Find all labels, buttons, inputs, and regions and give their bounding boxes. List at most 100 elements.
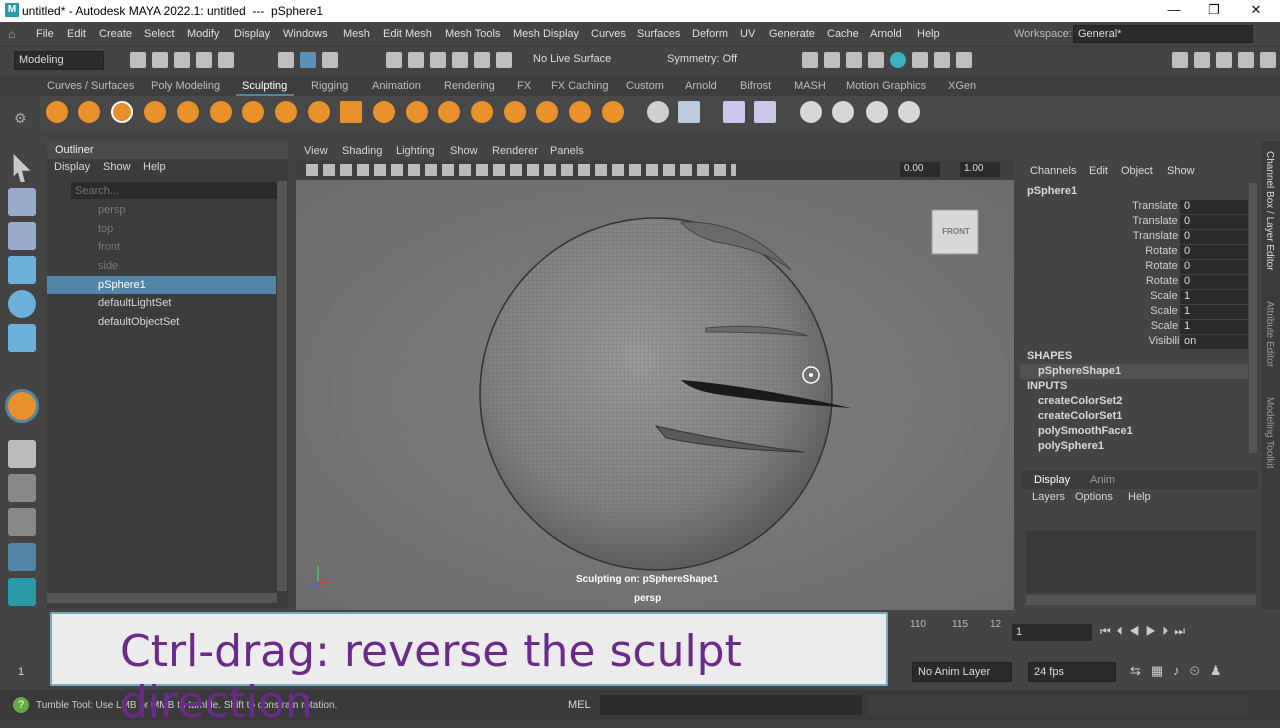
blendshape-icon[interactable]	[723, 101, 745, 123]
playback-controls[interactable]: ⏮⏴◀▶⏵⏭	[1100, 624, 1270, 640]
lasso-tool-icon[interactable]	[8, 188, 36, 216]
sculpt-tool-icon[interactable]	[46, 101, 68, 123]
channel-menu-object[interactable]: Object	[1121, 165, 1153, 177]
arnold-pause-icon[interactable]	[956, 52, 972, 68]
menu-file[interactable]: File	[36, 28, 54, 40]
side-tab-channel-box[interactable]: Channel Box / Layer Editor	[1264, 151, 1275, 271]
attr-value[interactable]: 0	[1180, 245, 1248, 259]
render-view-icon[interactable]	[868, 52, 884, 68]
outliner-item-top[interactable]: top	[47, 220, 276, 238]
viewport-menu-lighting[interactable]: Lighting	[396, 145, 435, 157]
menu-curves[interactable]: Curves	[591, 28, 626, 40]
attr-rotate-x[interactable]: Rotate X0	[1020, 245, 1248, 260]
menu-arnold[interactable]: Arnold	[870, 28, 902, 40]
home-icon[interactable]: ⌂	[8, 27, 20, 41]
four-view-icon[interactable]	[8, 474, 36, 502]
shelf-tab-motion-graphics[interactable]: Motion Graphics	[846, 80, 926, 92]
menu-help[interactable]: Help	[917, 28, 940, 40]
shelf-tab-arnold[interactable]: Arnold	[685, 80, 717, 92]
menu-modify[interactable]: Modify	[187, 28, 219, 40]
layer-menu-layers[interactable]: Layers	[1032, 491, 1065, 503]
outliner-item-defaultobjectset[interactable]: defaultObjectSet	[47, 313, 276, 331]
layer-list[interactable]	[1026, 531, 1256, 593]
menu-display[interactable]: Display	[234, 28, 270, 40]
shelf-tab-rigging[interactable]: Rigging	[311, 80, 348, 92]
attr-value[interactable]: 1	[1180, 305, 1248, 319]
layer-hscrollbar[interactable]	[1026, 595, 1256, 605]
sculpt-active-tool-icon[interactable]	[8, 392, 36, 420]
shelf-tab-rendering[interactable]: Rendering	[444, 80, 495, 92]
outliner-menu-help[interactable]: Help	[143, 161, 166, 173]
maximize-button[interactable]: ❐	[1194, 2, 1234, 20]
layer-menu-help[interactable]: Help	[1128, 491, 1151, 503]
menu-uv[interactable]: UV	[740, 28, 755, 40]
select-hierarchy-icon[interactable]	[278, 52, 294, 68]
close-button[interactable]: ✕	[1236, 2, 1276, 20]
smooth-tool-icon[interactable]	[78, 101, 100, 123]
attr-rotate-z[interactable]: Rotate Z0	[1020, 275, 1248, 290]
shelf-gear-icon[interactable]: ⚙	[14, 110, 30, 126]
open-scene-icon[interactable]	[152, 52, 168, 68]
attr-translate-z[interactable]: Translate Z0	[1020, 230, 1248, 245]
fill-tool-icon[interactable]	[438, 101, 460, 123]
attr-scale-y[interactable]: Scale Y1	[1020, 305, 1248, 320]
flatten-tool-icon[interactable]	[210, 101, 232, 123]
shelf-tab-mash[interactable]: MASH	[794, 80, 826, 92]
channel-scrollbar[interactable]	[1249, 183, 1257, 453]
outliner-menu-show[interactable]: Show	[103, 161, 131, 173]
side-tab-attribute-editor[interactable]: Attribute Editor	[1264, 301, 1275, 367]
current-frame-field[interactable]: 1	[1012, 624, 1092, 641]
outliner-menu-display[interactable]: Display	[54, 161, 90, 173]
outliner-item-psphere1[interactable]: pSphere1	[47, 276, 276, 294]
ipr-render-icon[interactable]	[846, 52, 862, 68]
shelf-tab-xgen[interactable]: XGen	[948, 80, 976, 92]
menu-mesh-tools[interactable]: Mesh Tools	[445, 28, 500, 40]
attr-value[interactable]: on	[1180, 335, 1248, 349]
viewport-field-1[interactable]: 0.00	[900, 162, 940, 177]
menu-deform[interactable]: Deform	[692, 28, 728, 40]
maya-m-icon[interactable]	[8, 578, 36, 606]
minimize-button[interactable]: —	[1154, 2, 1194, 20]
single-view-icon[interactable]	[8, 440, 36, 468]
layout-toggle-icon[interactable]	[1260, 52, 1276, 68]
layer-tab-anim[interactable]: Anim	[1090, 474, 1115, 486]
shelf-tab-bifrost[interactable]: Bifrost	[740, 80, 771, 92]
viewport-menu-panels[interactable]: Panels	[550, 145, 584, 157]
channel-menu-edit[interactable]: Edit	[1089, 165, 1108, 177]
knife-tool-icon[interactable]	[471, 101, 493, 123]
attr-translate-y[interactable]: Translate Y0	[1020, 215, 1248, 230]
viewport-menu-shading[interactable]: Shading	[342, 145, 382, 157]
menu-create[interactable]: Create	[99, 28, 132, 40]
attr-rotate-y[interactable]: Rotate Y0	[1020, 260, 1248, 275]
attr-scale-z[interactable]: Scale Z1	[1020, 320, 1248, 335]
viewport-menu-show[interactable]: Show	[450, 145, 478, 157]
paint-select-icon[interactable]	[8, 222, 36, 250]
pinch-tool-icon[interactable]	[177, 101, 199, 123]
attr-value[interactable]: 0	[1180, 275, 1248, 289]
attr-value[interactable]: 1	[1180, 320, 1248, 334]
move-tool-icon[interactable]	[8, 256, 36, 284]
input-node-polysmoothface1[interactable]: polySmoothFace1	[1038, 425, 1133, 437]
outliner-item-persp[interactable]: persp	[47, 201, 276, 219]
undo-icon[interactable]	[196, 52, 212, 68]
menu-mesh[interactable]: Mesh	[343, 28, 370, 40]
attr-scale-x[interactable]: Scale X1	[1020, 290, 1248, 305]
anim-layer-dropdown[interactable]: No Anim Layer	[912, 662, 1012, 682]
menu-generate[interactable]: Generate	[769, 28, 815, 40]
snap-view-icon[interactable]	[452, 52, 468, 68]
shape-node[interactable]: pSphereShape1	[1038, 365, 1121, 377]
shelf-tab-fx-caching[interactable]: FX Caching	[551, 80, 608, 92]
outliner-search-input[interactable]	[71, 182, 286, 199]
viewport-toolbar-icons[interactable]	[306, 164, 736, 176]
viewport-field-2[interactable]: 1.00	[960, 162, 1000, 177]
input-node-createcolorset2[interactable]: createColorSet2	[1038, 395, 1122, 407]
scale-tool-icon[interactable]	[8, 324, 36, 352]
snap-surface-icon[interactable]	[474, 52, 490, 68]
menu-cache[interactable]: Cache	[827, 28, 859, 40]
symmetry-label[interactable]: Symmetry: Off	[667, 53, 737, 65]
imprint-tool-icon[interactable]	[340, 101, 362, 123]
save-scene-icon[interactable]	[174, 52, 190, 68]
menu-set-dropdown[interactable]: Modeling	[14, 51, 104, 70]
outliner-vscrollbar[interactable]	[277, 181, 287, 591]
relax-tool-icon[interactable]	[111, 101, 133, 123]
